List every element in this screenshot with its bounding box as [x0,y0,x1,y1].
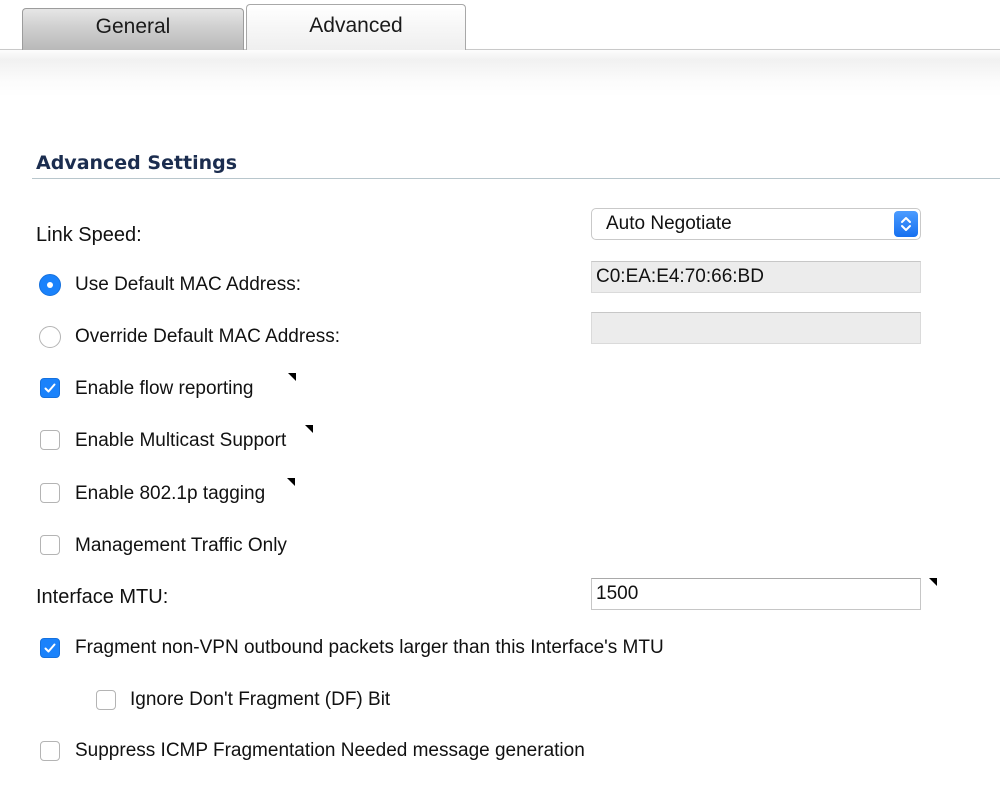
link-speed-label: Link Speed: [36,224,142,246]
checkmark-icon [44,383,56,393]
select-arrows-icon [894,211,918,237]
use-default-mac-label: Use Default MAC Address: [75,274,301,295]
fragment-label: Fragment non-VPN outbound packets larger… [75,637,664,658]
tab-general[interactable]: General [22,8,244,50]
ignore-df-label: Ignore Don't Fragment (DF) Bit [130,689,391,710]
checkmark-icon [44,643,56,653]
link-speed-value: Auto Negotiate [606,213,732,234]
mtu-input[interactable] [591,578,921,610]
flow-reporting-label: Enable flow reporting [75,378,254,399]
default-mac-field[interactable] [591,261,921,293]
suppress-icmp-checkbox[interactable] [40,741,60,761]
mtu-label: Interface MTU: [36,586,169,608]
use-default-mac-radio[interactable] [39,274,61,296]
override-mac-radio[interactable] [39,326,61,348]
ignore-df-checkbox[interactable] [96,690,116,710]
fragment-checkbox[interactable] [40,638,60,658]
tab-bar: General Advanced [0,0,1000,97]
tagging-tooltip-icon[interactable] [287,478,295,486]
multicast-label: Enable Multicast Support [75,430,287,451]
suppress-icmp-label: Suppress ICMP Fragmentation Needed messa… [75,740,585,761]
tagging-label: Enable 802.1p tagging [75,483,266,504]
flow-reporting-checkbox[interactable] [40,378,60,398]
mtu-tooltip-icon[interactable] [929,578,937,586]
section-divider [32,178,1000,179]
multicast-checkbox[interactable] [40,430,60,450]
multicast-tooltip-icon[interactable] [305,425,313,433]
tab-advanced[interactable]: Advanced [246,4,466,50]
override-mac-label: Override Default MAC Address: [75,326,341,347]
section-title: Advanced Settings [36,152,238,174]
mgmt-only-label: Management Traffic Only [75,535,287,556]
link-speed-select[interactable]: Auto Negotiate [591,208,921,240]
override-mac-field[interactable] [591,312,921,344]
tagging-checkbox[interactable] [40,483,60,503]
mgmt-only-checkbox[interactable] [40,535,60,555]
flow-reporting-tooltip-icon[interactable] [288,373,296,381]
